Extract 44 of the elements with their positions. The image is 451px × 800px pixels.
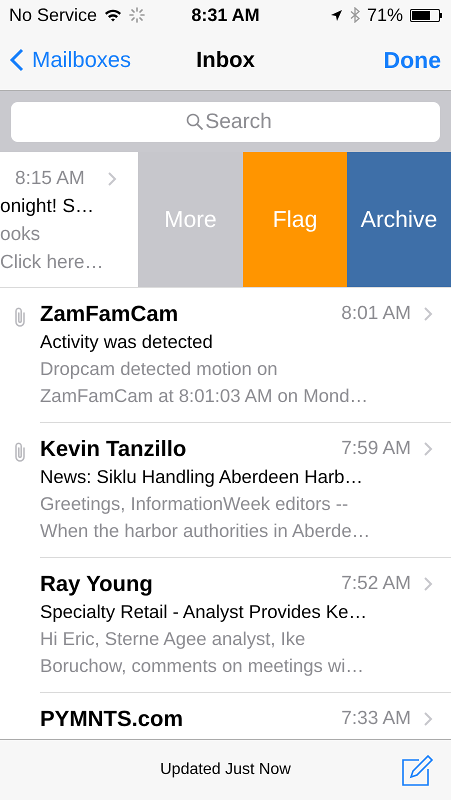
message-time: 7:59 AM bbox=[341, 438, 411, 460]
compose-icon[interactable] bbox=[401, 755, 433, 787]
message-sender: PYMNTS.com bbox=[40, 706, 184, 732]
chevron-icon bbox=[423, 576, 433, 592]
message-preview: When the harbor authorities in Aberde… bbox=[40, 519, 372, 543]
message-subject: Specialty Retail - Analyst Provides Ke… bbox=[40, 600, 368, 624]
message-preview: Dropcam detected motion on bbox=[40, 357, 279, 381]
chevron-icon bbox=[423, 306, 433, 322]
message-preview: Boruchow, comments on meetings wi… bbox=[40, 654, 365, 678]
screen-title: Inbox bbox=[196, 47, 255, 73]
location-arrow-icon bbox=[330, 8, 343, 22]
swipe-action-button[interactable]: Flag bbox=[243, 152, 347, 287]
message-sender: ZamFamCam bbox=[40, 301, 180, 327]
message-preview: Click here… bbox=[0, 251, 104, 275]
chevron-icon bbox=[423, 441, 433, 457]
message-subject: Activity was detected bbox=[40, 330, 214, 354]
done-button[interactable]: Done bbox=[384, 46, 441, 74]
battery-icon bbox=[410, 8, 442, 22]
chevron-icon bbox=[106, 171, 117, 187]
back-button[interactable]: Mailboxes bbox=[10, 47, 132, 73]
message-sender: Kevin Tanzillo bbox=[40, 436, 188, 462]
clock-text: 8:31 AM bbox=[191, 4, 260, 26]
message-time: 7:52 AM bbox=[341, 573, 411, 595]
message-preview: ooks bbox=[0, 223, 42, 247]
wifi-icon bbox=[104, 8, 122, 22]
update-status-text: Updated Just Now bbox=[160, 761, 291, 779]
message-preview: Greetings, InformationWeek editors -- bbox=[40, 492, 350, 516]
activity-spinner-icon bbox=[129, 7, 146, 23]
message-subject: onight! S… bbox=[0, 195, 95, 219]
message-time: 8:01 AM bbox=[341, 303, 411, 325]
bluetooth-icon bbox=[350, 7, 360, 23]
message-time: 7:33 AM bbox=[341, 708, 411, 730]
message-time: 8:15 AM bbox=[15, 168, 85, 190]
search-icon bbox=[186, 112, 204, 130]
back-chevron-icon bbox=[10, 48, 24, 72]
message-preview: Hi Eric, Sterne Agee analyst, Ike bbox=[40, 627, 306, 651]
swipe-action-button[interactable]: Archive bbox=[347, 152, 451, 287]
message-preview: ZamFamCam at 8:01:03 AM on Mond… bbox=[40, 384, 369, 408]
carrier-text: No Service bbox=[9, 4, 98, 26]
battery-percent-text: 71% bbox=[366, 4, 403, 26]
search-field[interactable]: Search bbox=[11, 102, 440, 142]
message-subject: News: Siklu Handling Aberdeen Harb… bbox=[40, 465, 364, 489]
message-sender: Ray Young bbox=[40, 571, 154, 597]
chevron-icon bbox=[423, 711, 433, 727]
